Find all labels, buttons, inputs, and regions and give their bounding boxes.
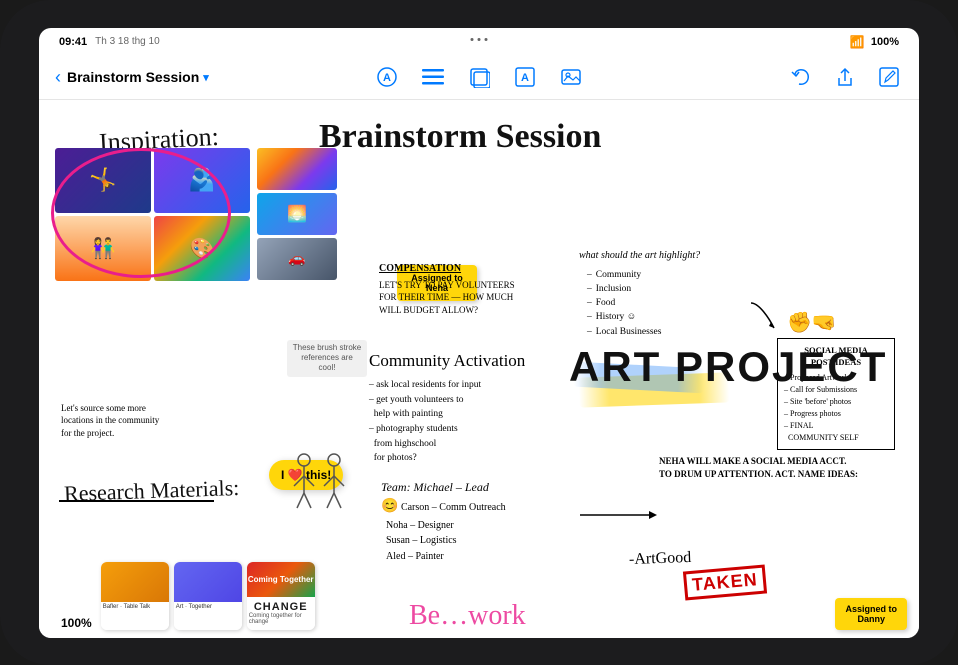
assigned-danny-sticky: Assigned to Danny bbox=[835, 598, 907, 630]
card-2: Art · Together bbox=[174, 562, 242, 630]
layers-icon[interactable] bbox=[465, 63, 493, 91]
source-text: Let's source some more locations in the … bbox=[61, 402, 161, 440]
photo-1: 🤸 bbox=[55, 148, 151, 213]
community-title: Community Activation bbox=[369, 348, 569, 374]
social-item-4: – Progress photos bbox=[784, 408, 888, 420]
brainstorm-title: Brainstorm Session bbox=[319, 118, 601, 156]
social-item-3: – Site 'before' photos bbox=[784, 396, 888, 408]
arrow-icon bbox=[749, 298, 779, 338]
svg-text:A: A bbox=[521, 72, 529, 84]
back-arrow-icon: ‹ bbox=[55, 67, 61, 88]
toolbar: ‹ Brainstorm Session ▾ A bbox=[39, 56, 919, 100]
bottom-cards: 100% Bafler · Table Talk Art · Together … bbox=[61, 562, 315, 630]
team-arrow bbox=[575, 500, 665, 530]
compensation-title: COMPENSATION bbox=[379, 262, 534, 276]
community-item-2b: help with painting bbox=[369, 407, 569, 422]
community-item-3b: from highschool bbox=[369, 437, 569, 452]
inspiration-photos: 🤸 🫂 👫 🎨 bbox=[55, 148, 250, 281]
team-member-4: Aled – Painter bbox=[381, 549, 506, 565]
highlight-question: what should the art highlight? –Communit… bbox=[579, 248, 700, 339]
stick-figures bbox=[279, 448, 359, 535]
fist-icon: ✊🤜 bbox=[787, 310, 837, 335]
team-member-2: Noha – Designer bbox=[381, 518, 506, 534]
checklist-history: –History ☺ bbox=[587, 310, 700, 324]
photo-2: 🫂 bbox=[154, 148, 250, 213]
community-activation: Community Activation – ask local residen… bbox=[369, 348, 569, 467]
side-photos: 🌅 🚗 bbox=[257, 148, 337, 280]
neha-social-text: NEHA WILL MAKE A SOCIAL MEDIA ACCT. TO D… bbox=[659, 455, 859, 481]
wifi-icon: 📶 bbox=[850, 35, 865, 49]
document-title: Brainstorm Session bbox=[67, 69, 199, 85]
art-project-text: ART PROJECT bbox=[569, 348, 887, 386]
research-materials-title: Research Materials: bbox=[64, 474, 240, 506]
list-view-icon[interactable] bbox=[419, 63, 447, 91]
compensation-text: COMPENSATION LET'S TRY TO PAY VOLUNTEERS… bbox=[379, 262, 534, 317]
signature: -ArtGood bbox=[629, 548, 692, 568]
photo-4: 🎨 bbox=[154, 216, 250, 281]
assigned-danny-label: Assigned to Danny bbox=[845, 604, 897, 624]
screen: 09:41 Th 3 18 thg 10 📶 100% ‹ Brainstorm… bbox=[39, 28, 919, 638]
checklist-local-biz: –Local Businesses bbox=[587, 325, 700, 339]
compensation-body: LET'S TRY TO PAY VOLUNTEERS FOR THEIR TI… bbox=[379, 279, 534, 317]
taken-badge: TAKEN bbox=[683, 564, 767, 600]
time: 09:41 bbox=[59, 36, 87, 48]
device-frame: 09:41 Th 3 18 thg 10 📶 100% ‹ Brainstorm… bbox=[0, 0, 958, 665]
brush-note: These brush stroke references are cool! bbox=[287, 340, 367, 377]
card-1: Bafler · Table Talk bbox=[101, 562, 169, 630]
team-member-1: 😊 Carson – Comm Outreach bbox=[381, 496, 506, 518]
percent-label: 100% bbox=[61, 616, 92, 630]
team-list: Team: Michael – Lead 😊 Carson – Comm Out… bbox=[381, 478, 506, 565]
canvas-area: Inspiration: Brainstorm Session 🤸 🫂 👫 🎨 bbox=[39, 100, 919, 638]
back-button[interactable]: ‹ bbox=[55, 67, 61, 88]
community-item-3: – photography students bbox=[369, 422, 569, 437]
team-member-3: Susan – Logistics bbox=[381, 533, 506, 549]
markup-button[interactable] bbox=[875, 63, 903, 91]
media-insert-icon[interactable] bbox=[557, 63, 585, 91]
date: Th 3 18 thg 10 bbox=[95, 36, 160, 47]
card-change: Coming Together CHANGE Coming together f… bbox=[247, 562, 315, 630]
change-label: CHANGE bbox=[254, 601, 308, 613]
annotation-tool-icon[interactable]: A bbox=[373, 63, 401, 91]
community-item-3c: for photos? bbox=[369, 451, 569, 466]
svg-text:A: A bbox=[383, 72, 391, 84]
share-button[interactable] bbox=[831, 63, 859, 91]
team-title: Team: Michael – Lead bbox=[381, 478, 506, 497]
text-insert-icon[interactable]: A bbox=[511, 63, 539, 91]
art-project-display: ART PROJECT bbox=[569, 348, 887, 386]
battery: 100% bbox=[871, 36, 899, 48]
social-item-5: – FINAL COMMUNITY SELF bbox=[784, 420, 888, 444]
photo-3: 👫 bbox=[55, 216, 151, 281]
highlight-question-text: what should the art highlight? bbox=[579, 248, 700, 264]
title-chevron-icon[interactable]: ▾ bbox=[203, 71, 209, 84]
undo-button[interactable] bbox=[787, 63, 815, 91]
checklist-inclusion: –Inclusion bbox=[587, 282, 700, 296]
community-item-2: – get youth volunteers to bbox=[369, 393, 569, 408]
overflow-handwritten: Be…work bbox=[409, 600, 526, 632]
status-bar: 09:41 Th 3 18 thg 10 📶 100% bbox=[39, 28, 919, 56]
community-item-1: – ask local residents for input bbox=[369, 378, 569, 393]
checklist-food: –Food bbox=[587, 296, 700, 310]
research-underline bbox=[59, 500, 214, 502]
checklist-community: –Community bbox=[587, 268, 700, 282]
